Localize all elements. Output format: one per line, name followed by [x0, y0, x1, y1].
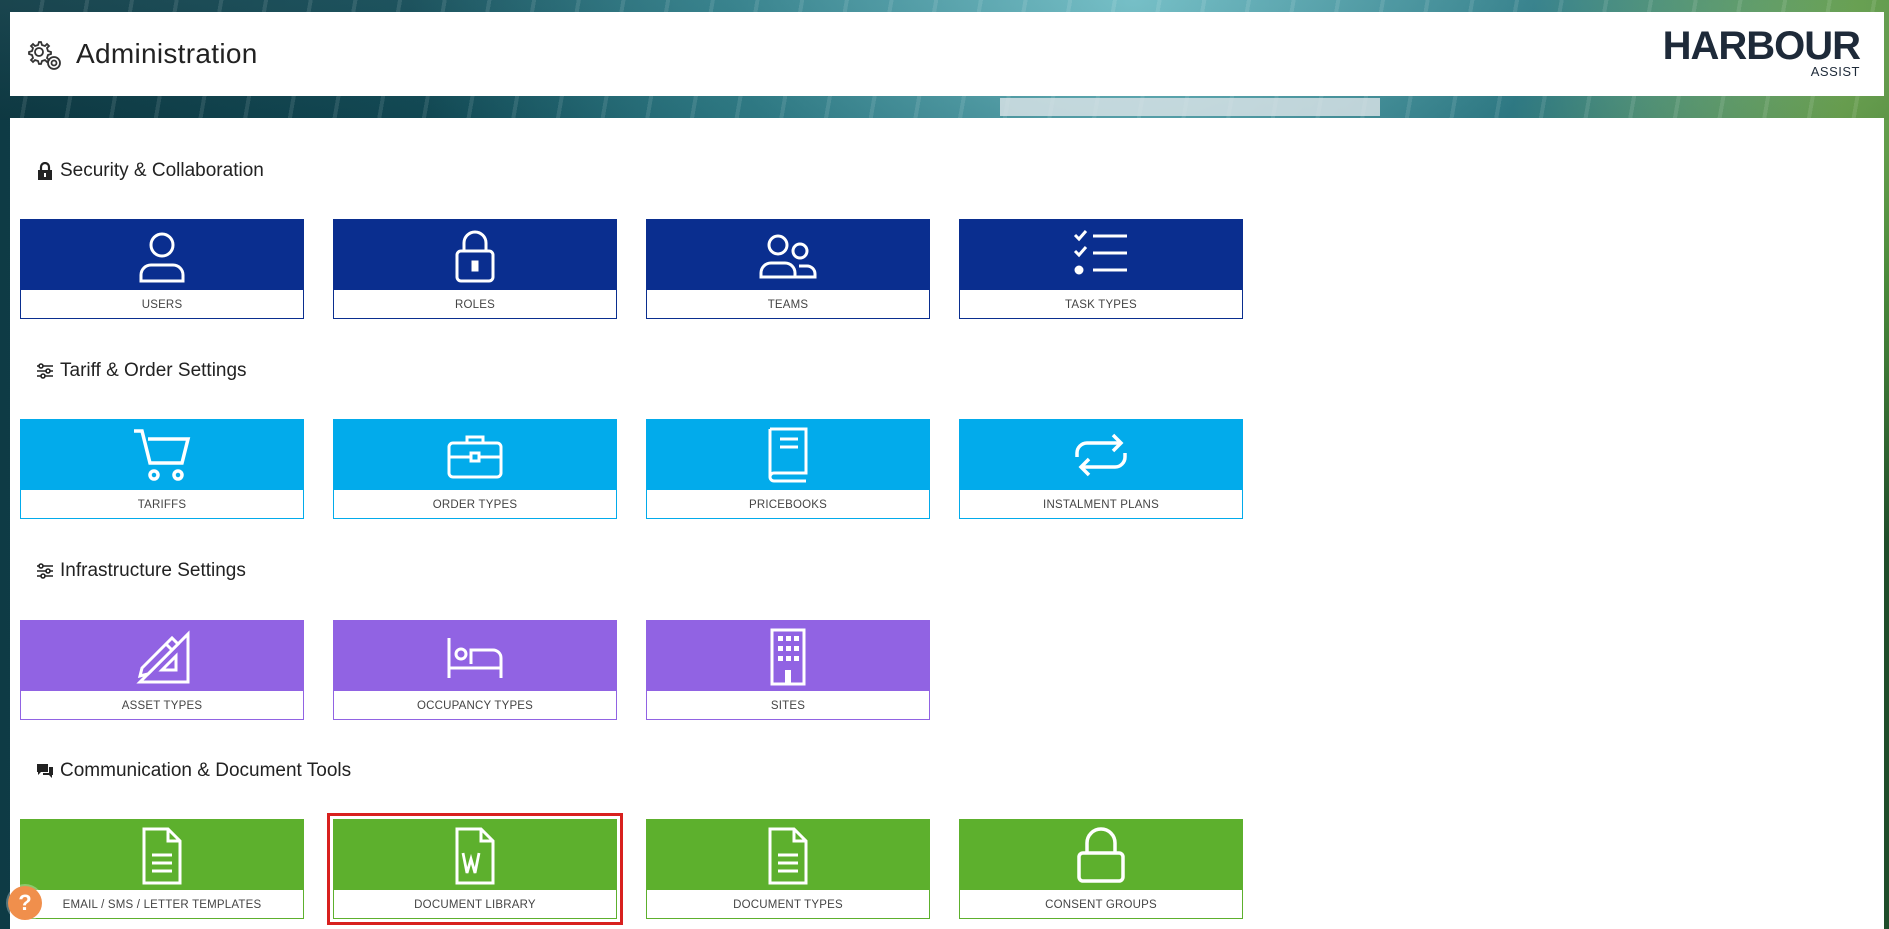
- lock-icon: [38, 162, 52, 180]
- tile-label: TASK TYPES: [1065, 298, 1137, 311]
- tile-consent-groups[interactable]: CONSENT GROUPS: [959, 819, 1243, 919]
- tile-label: EMAIL / SMS / LETTER TEMPLATES: [62, 898, 262, 911]
- tile-instalment-plans[interactable]: INSTALMENT PLANS: [959, 419, 1243, 519]
- logo-main-text: HARBOUR: [1662, 24, 1861, 68]
- briefcase-icon: [447, 435, 503, 479]
- section-title-text: Security & Collaboration: [60, 160, 264, 181]
- checklist-icon: [1073, 230, 1127, 275]
- section-title-text: Infrastructure Settings: [60, 560, 246, 581]
- page-title: Administration: [76, 38, 258, 69]
- tile-occupancy-types[interactable]: OCCUPANCY TYPES: [333, 620, 617, 720]
- sliders-icon: [37, 563, 53, 579]
- tile-tariffs[interactable]: TARIFFS: [20, 419, 304, 519]
- document-icon: [768, 827, 808, 885]
- lock-icon: [1077, 827, 1125, 883]
- tile-label: ORDER TYPES: [432, 498, 518, 511]
- page-header: Administration HARBOUR ASSIST: [10, 12, 1884, 96]
- tile-label: CONSENT GROUPS: [1045, 898, 1157, 911]
- tile-label: DOCUMENT LIBRARY: [414, 898, 536, 911]
- section-title-text: Communication & Document Tools: [60, 760, 352, 781]
- tile-label: USERS: [141, 298, 183, 311]
- help-button[interactable]: ?: [8, 886, 42, 920]
- section-tariff-title: Tariff & Order Settings: [36, 360, 247, 382]
- tile-roles[interactable]: ROLES: [333, 219, 617, 319]
- tile-teams[interactable]: TEAMS: [646, 219, 930, 319]
- document-icon: [142, 827, 182, 885]
- bed-icon: [447, 638, 503, 678]
- admin-panel: Security & Collaboration USERS ROLES TEA…: [10, 118, 1884, 929]
- tile-sites[interactable]: SITES: [646, 620, 930, 720]
- sliders-icon: [37, 363, 53, 379]
- tile-label: TARIFFS: [137, 498, 187, 511]
- harbour-assist-logo[interactable]: HARBOUR ASSIST: [1662, 24, 1861, 79]
- tile-label: INSTALMENT PLANS: [1043, 498, 1159, 511]
- tile-document-types[interactable]: DOCUMENT TYPES: [646, 819, 930, 919]
- tile-label: DOCUMENT TYPES: [733, 898, 843, 911]
- tile-email-sms-letter-templates[interactable]: EMAIL / SMS / LETTER TEMPLATES: [20, 819, 304, 919]
- repeat-icon: [1075, 433, 1127, 477]
- section-communication-title: Communication & Document Tools: [36, 760, 351, 782]
- section-security-title: Security & Collaboration: [36, 160, 264, 182]
- gears-icon: [28, 41, 61, 70]
- tile-label: TEAMS: [767, 298, 809, 311]
- tile-label: ASSET TYPES: [121, 699, 203, 712]
- lock-icon: [455, 230, 495, 283]
- book-icon: [768, 427, 808, 483]
- tile-label: PRICEBOOKS: [748, 498, 828, 511]
- building-icon: [770, 628, 806, 686]
- word-document-icon: [455, 827, 495, 885]
- tile-order-types[interactable]: ORDER TYPES: [333, 419, 617, 519]
- section-infrastructure-title: Infrastructure Settings: [36, 560, 246, 582]
- comments-icon: [37, 764, 53, 778]
- tile-document-library[interactable]: DOCUMENT LIBRARY: [327, 813, 623, 925]
- cart-icon: [134, 429, 191, 481]
- tile-label: OCCUPANCY TYPES: [416, 699, 534, 712]
- tile-users[interactable]: USERS: [20, 219, 304, 319]
- tile-task-types[interactable]: TASK TYPES: [959, 219, 1243, 319]
- tile-label: SITES: [770, 699, 806, 712]
- tile-label: ROLES: [455, 298, 495, 311]
- users-icon: [759, 234, 817, 279]
- section-title-text: Tariff & Order Settings: [60, 360, 247, 381]
- tile-pricebooks[interactable]: PRICEBOOKS: [646, 419, 930, 519]
- user-icon: [139, 232, 185, 283]
- background-dock: [1000, 98, 1380, 116]
- tile-asset-types[interactable]: ASSET TYPES: [20, 620, 304, 720]
- ruler-pencil-icon: [136, 630, 190, 684]
